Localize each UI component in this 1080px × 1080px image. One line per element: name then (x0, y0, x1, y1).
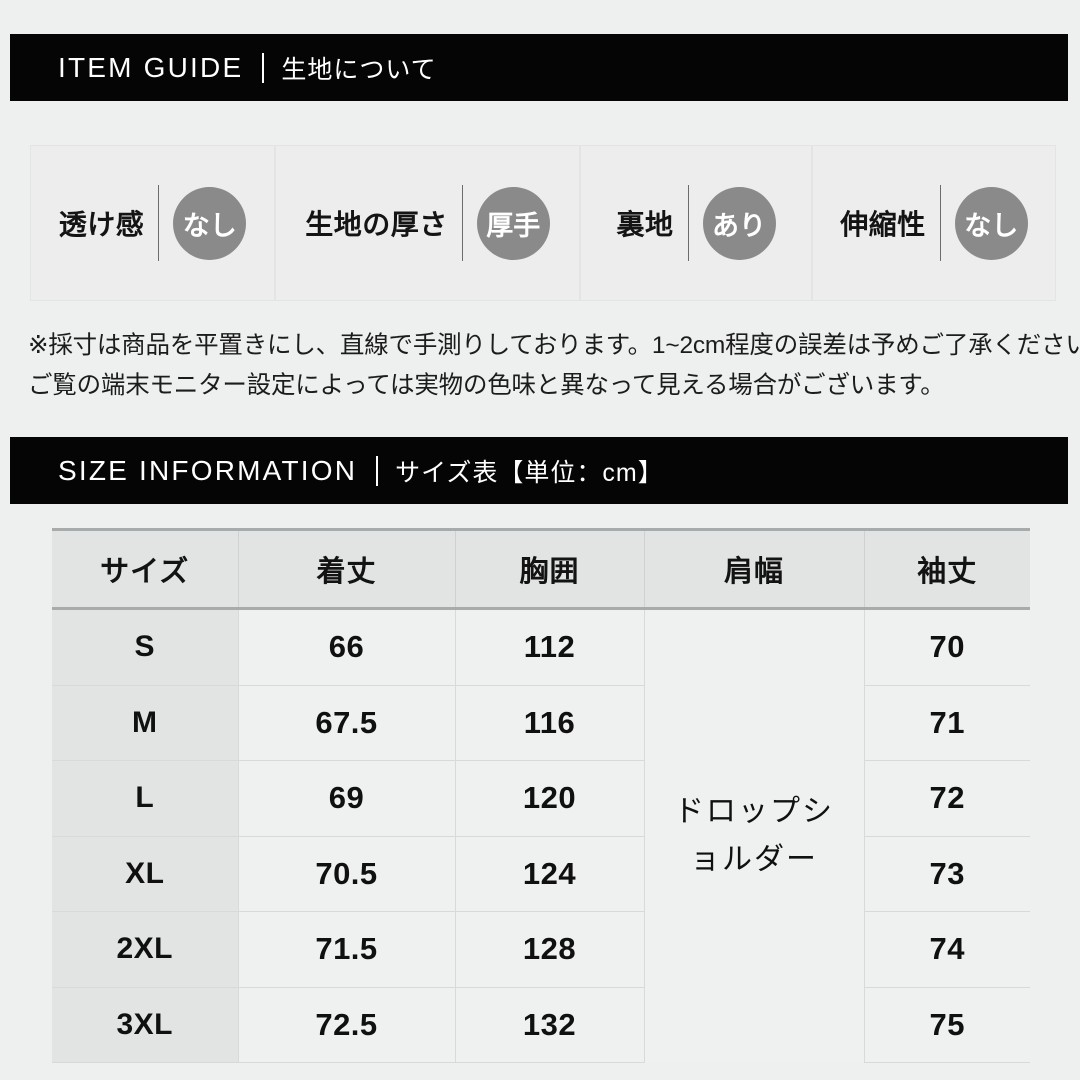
table-row: L 69 120 72 (52, 760, 1030, 837)
cell-sleeve: 74 (863, 911, 1030, 988)
cell-length: 69 (237, 760, 455, 837)
cell-sleeve: 71 (863, 685, 1030, 761)
disclaimer-line-2: ご覧の端末モニター設定によっては実物の色味と異なって見える場合がございます。 (28, 372, 945, 399)
vertical-divider-icon (939, 185, 941, 261)
cell-size: 2XL (52, 911, 238, 988)
cell-chest: 120 (454, 760, 644, 837)
cell-size: M (52, 685, 238, 761)
fabric-card-sheerness: 透け感 なし (30, 145, 275, 301)
size-table: サイズ 着丈 胸囲 肩幅 袖丈 S 66 112 ドロップショルダー 70 M … (52, 528, 1030, 1063)
cell-length: 71.5 (237, 911, 455, 988)
table-header-row: サイズ 着丈 胸囲 肩幅 袖丈 (52, 528, 1030, 610)
cell-sleeve: 70 (863, 608, 1030, 686)
vertical-divider-icon (461, 185, 463, 261)
fabric-label: 伸縮性 (840, 209, 926, 240)
column-header-size: サイズ (52, 528, 238, 610)
banner-divider-icon (376, 455, 379, 486)
item-guide-title-jp: 生地について (281, 55, 437, 84)
cell-chest: 112 (454, 608, 644, 686)
measurement-disclaimer: ※採寸は商品を平置きにし、直線で手測りしております。1~2cm程度の誤差は予めご… (28, 326, 1080, 406)
fabric-attribute-cards: 透け感 なし 生地の厚さ 厚手 裏地 あり 伸縮性 なし (30, 145, 1056, 301)
item-guide-banner: ITEM GUIDE 生地について (10, 34, 1068, 101)
cell-size: 3XL (52, 987, 238, 1063)
banner-divider-icon (262, 52, 265, 83)
cell-shoulder-merged: ドロップショルダー (643, 608, 864, 1063)
column-header-shoulder: 肩幅 (643, 528, 864, 610)
fabric-label: 裏地 (616, 209, 674, 240)
cell-chest: 116 (454, 685, 644, 761)
table-row: M 67.5 116 71 (52, 685, 1030, 761)
cell-size: S (52, 608, 238, 686)
fabric-value-badge: 厚手 (476, 186, 550, 260)
cell-size: L (52, 760, 238, 837)
column-header-sleeve: 袖丈 (863, 528, 1030, 610)
fabric-value-badge: なし (173, 186, 247, 260)
cell-length: 66 (237, 608, 455, 686)
cell-length: 70.5 (237, 836, 455, 912)
table-row: 2XL 71.5 128 74 (52, 911, 1030, 988)
table-row: 3XL 72.5 132 75 (52, 987, 1030, 1063)
cell-sleeve: 72 (863, 760, 1030, 837)
cell-sleeve: 75 (863, 987, 1030, 1063)
fabric-value-badge: なし (954, 186, 1028, 260)
fabric-label: 透け感 (58, 209, 145, 240)
size-information-title-en: SIZE INFORMATION (58, 454, 358, 486)
disclaimer-line-1: ※採寸は商品を平置きにし、直線で手測りしております。1~2cm程度の誤差は予めご… (28, 332, 1080, 359)
vertical-divider-icon (687, 185, 689, 261)
cell-chest: 128 (454, 911, 644, 988)
fabric-card-stretch: 伸縮性 なし (812, 145, 1056, 301)
cell-sleeve: 73 (863, 836, 1030, 912)
vertical-divider-icon (158, 185, 160, 261)
item-guide-title-en: ITEM GUIDE (58, 51, 244, 83)
table-row: XL 70.5 124 73 (52, 836, 1030, 912)
size-information-banner: SIZE INFORMATION サイズ表【単位：cm】 (10, 437, 1068, 504)
column-header-chest: 胸囲 (454, 528, 644, 610)
size-guide-page: ITEM GUIDE 生地について 透け感 なし 生地の厚さ 厚手 裏地 あり … (0, 0, 1080, 1080)
column-header-length: 着丈 (237, 528, 455, 610)
cell-length: 67.5 (237, 685, 455, 761)
fabric-value-badge: あり (702, 186, 776, 260)
cell-chest: 124 (454, 836, 644, 912)
cell-size: XL (52, 836, 238, 912)
fabric-card-thickness: 生地の厚さ 厚手 (275, 145, 580, 301)
cell-chest: 132 (454, 987, 644, 1063)
fabric-label: 生地の厚さ (305, 209, 448, 240)
cell-length: 72.5 (237, 987, 455, 1063)
size-information-title-jp: サイズ表【単位：cm】 (395, 458, 664, 487)
fabric-card-lining: 裏地 あり (580, 145, 812, 301)
table-row: S 66 112 ドロップショルダー 70 (52, 608, 1030, 1063)
